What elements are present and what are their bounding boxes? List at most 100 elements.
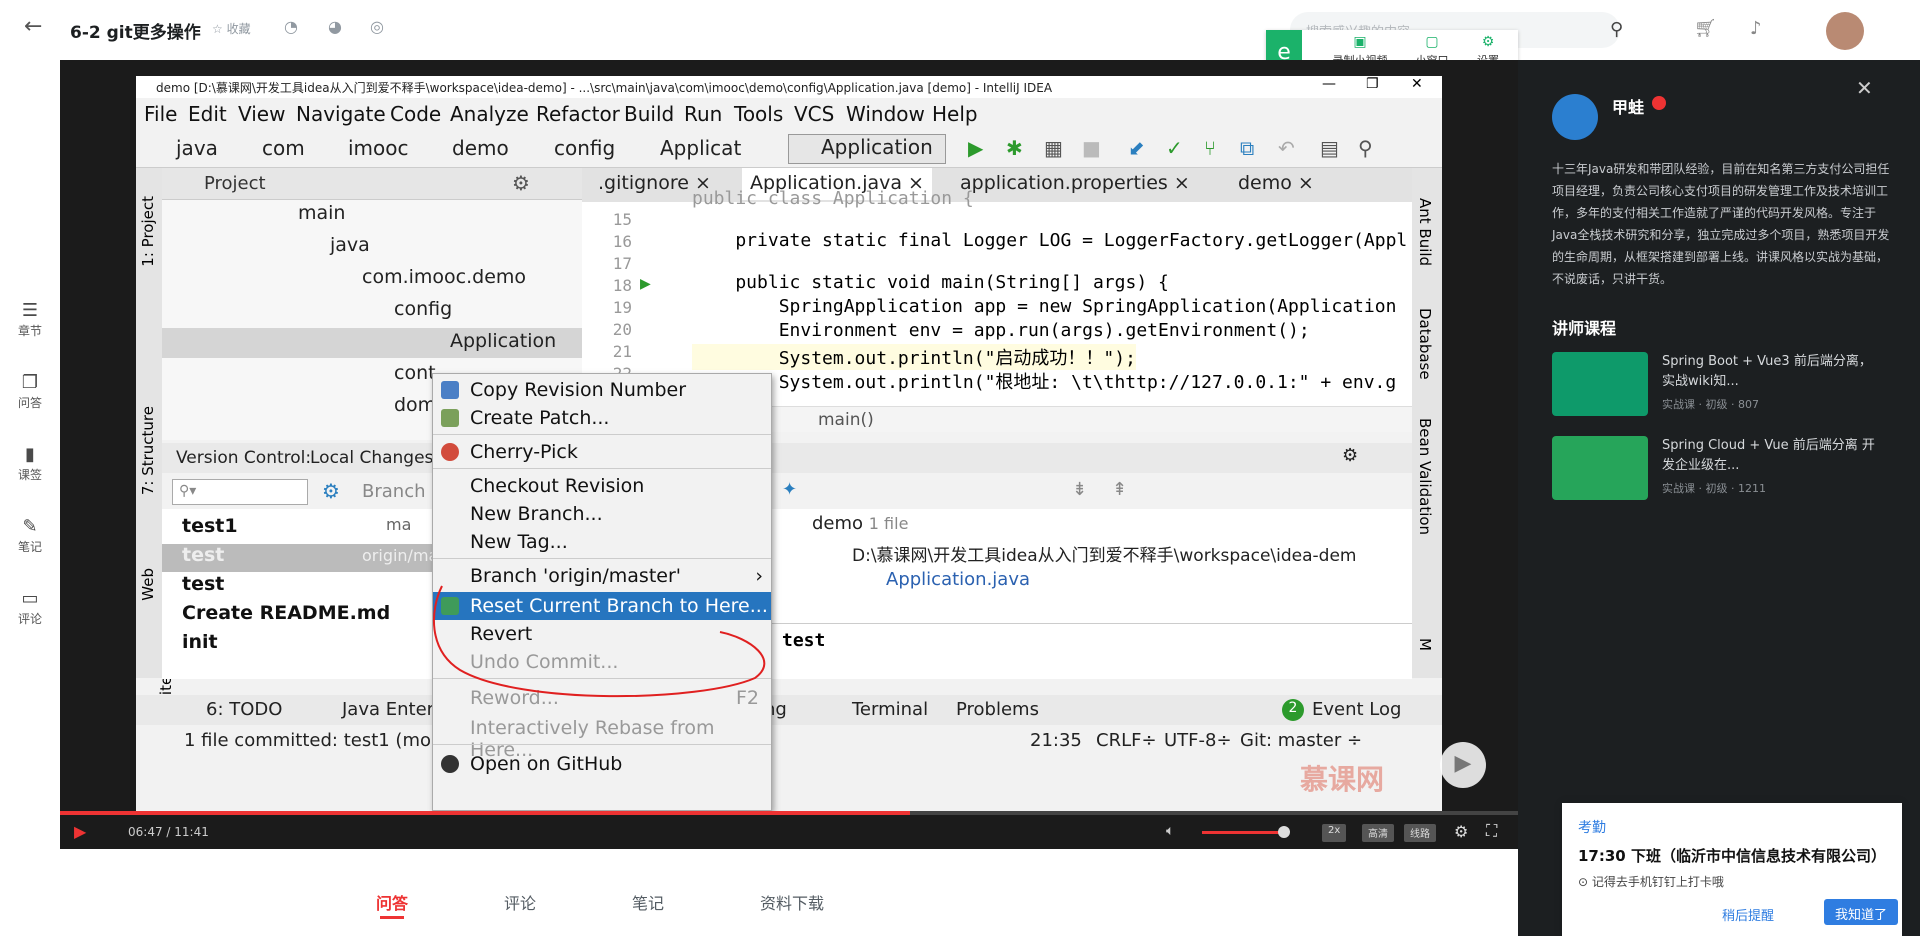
project-view-select[interactable]: Project: [204, 173, 266, 194]
collect-button[interactable]: ☆ 收藏: [212, 20, 251, 37]
close-icon[interactable]: ✕: [1411, 76, 1423, 92]
maximize-icon[interactable]: ❐: [1366, 76, 1379, 92]
rollback-icon[interactable]: ↶: [1278, 136, 1295, 160]
weibo-icon[interactable]: ◎: [370, 17, 384, 36]
menu-window[interactable]: Window: [846, 102, 925, 126]
tree-main[interactable]: main: [298, 202, 345, 224]
tool-todo[interactable]: 6: TODO: [206, 699, 282, 720]
menu-analyze[interactable]: Analyze: [450, 102, 529, 126]
vcs-commit-icon[interactable]: ✓: [1166, 136, 1183, 160]
menu-build[interactable]: Build: [624, 102, 674, 126]
menu-code[interactable]: Code: [390, 102, 441, 126]
quality-button[interactable]: 高清: [1362, 824, 1394, 842]
refresh-icon[interactable]: ⚙: [322, 479, 340, 503]
menu-copy-revision[interactable]: Copy Revision Number: [433, 376, 771, 404]
nav-notes[interactable]: ✎ 笔记: [0, 516, 60, 555]
git-branch[interactable]: Git: master ÷: [1240, 730, 1362, 751]
commit-test1[interactable]: test1: [182, 515, 238, 537]
menu-new-tag[interactable]: New Tag...: [433, 528, 771, 556]
tab-application-properties[interactable]: application.properties ×: [952, 168, 1198, 200]
cursor-position[interactable]: 21:35: [1030, 730, 1082, 751]
vc-local-changes-tab[interactable]: Local Changes: [310, 448, 433, 468]
bell-icon[interactable]: ♪: [1750, 18, 1762, 39]
run-gutter-icon[interactable]: ▶: [640, 276, 651, 292]
menu-create-patch[interactable]: Create Patch...: [433, 404, 771, 432]
commit-test-origin[interactable]: test: [182, 544, 224, 566]
structure-icon[interactable]: ▤: [1320, 136, 1339, 160]
settings-icon[interactable]: ⚙: [1454, 822, 1468, 841]
tool-database[interactable]: Database: [1416, 308, 1434, 380]
big-play-button[interactable]: ▶: [1440, 742, 1486, 788]
vcs-push-icon[interactable]: ⑂: [1204, 136, 1216, 160]
nav-bookmark[interactable]: ▮ 课签: [0, 444, 60, 483]
commit-init[interactable]: init: [182, 631, 218, 653]
tree-application[interactable]: Application: [450, 330, 556, 352]
encoding[interactable]: UTF-8÷: [1164, 730, 1232, 751]
nav-chapters[interactable]: ☰ 章节: [0, 300, 60, 339]
tool-problems[interactable]: Problems: [956, 699, 1039, 720]
tab-comments[interactable]: 评论: [504, 890, 536, 914]
crumb-applicat[interactable]: Applicat: [660, 136, 741, 160]
menu-cherry-pick[interactable]: Cherry-Pick: [433, 438, 771, 466]
menu-view[interactable]: View: [238, 102, 285, 126]
tree-package[interactable]: com.imooc.demo: [362, 266, 526, 288]
changes-file[interactable]: Application.java: [886, 569, 1030, 590]
pin-icon[interactable]: ✦: [782, 479, 797, 500]
qq-icon[interactable]: ◕: [328, 17, 342, 36]
menu-vcs[interactable]: VCS: [794, 102, 834, 126]
log-search-input[interactable]: ⚲▾: [172, 479, 308, 505]
tree-domain[interactable]: dom: [394, 394, 436, 416]
menu-refactor[interactable]: Refactor: [536, 102, 620, 126]
tool-project[interactable]: 1: Project: [139, 196, 157, 267]
tool-structure[interactable]: 7: Structure: [139, 406, 157, 495]
avatar[interactable]: [1826, 12, 1864, 50]
volume-knob[interactable]: [1278, 826, 1290, 838]
changes-root[interactable]: demo 1 file: [812, 513, 908, 534]
menu-new-branch[interactable]: New Branch...: [433, 500, 771, 528]
line-separator[interactable]: CRLF÷: [1096, 730, 1157, 751]
search-icon[interactable]: ⚲: [1610, 19, 1623, 40]
crumb-imooc[interactable]: imooc: [348, 136, 409, 160]
remind-later-button[interactable]: 稍后提醒: [1722, 905, 1774, 924]
history-icon[interactable]: ⧉: [1240, 136, 1254, 160]
run-config-select[interactable]: Application: [788, 134, 946, 164]
crumb-demo[interactable]: demo: [452, 136, 509, 160]
tab-qa[interactable]: 问答: [376, 890, 408, 914]
diff-icon[interactable]: ⇟: [1072, 479, 1087, 500]
gear-icon[interactable]: ⚙: [512, 171, 530, 195]
menu-open-github[interactable]: Open on GitHub: [433, 750, 771, 778]
debug-icon[interactable]: ✱: [1006, 136, 1023, 160]
crumb-java[interactable]: java: [176, 136, 218, 160]
close-icon[interactable]: ✕: [1856, 76, 1873, 100]
back-arrow-icon[interactable]: ←: [24, 14, 42, 39]
cart-icon[interactable]: 🛒︎: [1694, 18, 1717, 39]
nav-qa[interactable]: ❐ 问答: [0, 372, 60, 411]
volume-icon[interactable]: 🔈︎: [1166, 823, 1174, 839]
tree-config[interactable]: config: [394, 298, 452, 320]
menu-help[interactable]: Help: [932, 102, 978, 126]
minimize-icon[interactable]: —: [1322, 76, 1336, 92]
tab-demo[interactable]: demo ×: [1230, 168, 1322, 200]
play-icon[interactable]: ▶: [74, 822, 86, 841]
tab-notes[interactable]: 笔记: [632, 890, 664, 914]
tree-java[interactable]: java: [330, 234, 370, 256]
menu-edit[interactable]: Edit: [188, 102, 227, 126]
nav-comments[interactable]: ▭ 评论: [0, 588, 60, 627]
tab-downloads[interactable]: 资料下载: [760, 890, 824, 914]
changes-path[interactable]: D:\慕课网\开发工具idea从入门到爱不释手\workspace\idea-d…: [852, 541, 1356, 566]
instructor-name[interactable]: 甲蛙: [1612, 94, 1644, 118]
instructor-avatar[interactable]: [1552, 94, 1598, 140]
tree-controller[interactable]: cont: [394, 362, 436, 384]
fullscreen-icon[interactable]: ⛶: [1486, 821, 1497, 841]
menu-run[interactable]: Run: [684, 102, 722, 126]
course-card[interactable]: Spring Boot + Vue3 前后端分离，实战wiki知... 实战课 …: [1518, 352, 1920, 422]
search-everywhere-icon[interactable]: ⚲: [1358, 136, 1373, 160]
tool-bean-validation[interactable]: Bean Validation: [1416, 418, 1434, 535]
tool-web[interactable]: Web: [139, 568, 157, 601]
coverage-icon[interactable]: ▦: [1044, 136, 1063, 160]
run-icon[interactable]: ▶: [968, 136, 983, 160]
stop-icon[interactable]: ■: [1082, 136, 1101, 160]
menu-file[interactable]: File: [144, 102, 177, 126]
got-it-button[interactable]: 我知道了: [1824, 899, 1898, 925]
course-card[interactable]: Spring Cloud + Vue 前后端分离 开发企业级在... 实战课 ·…: [1518, 436, 1920, 506]
